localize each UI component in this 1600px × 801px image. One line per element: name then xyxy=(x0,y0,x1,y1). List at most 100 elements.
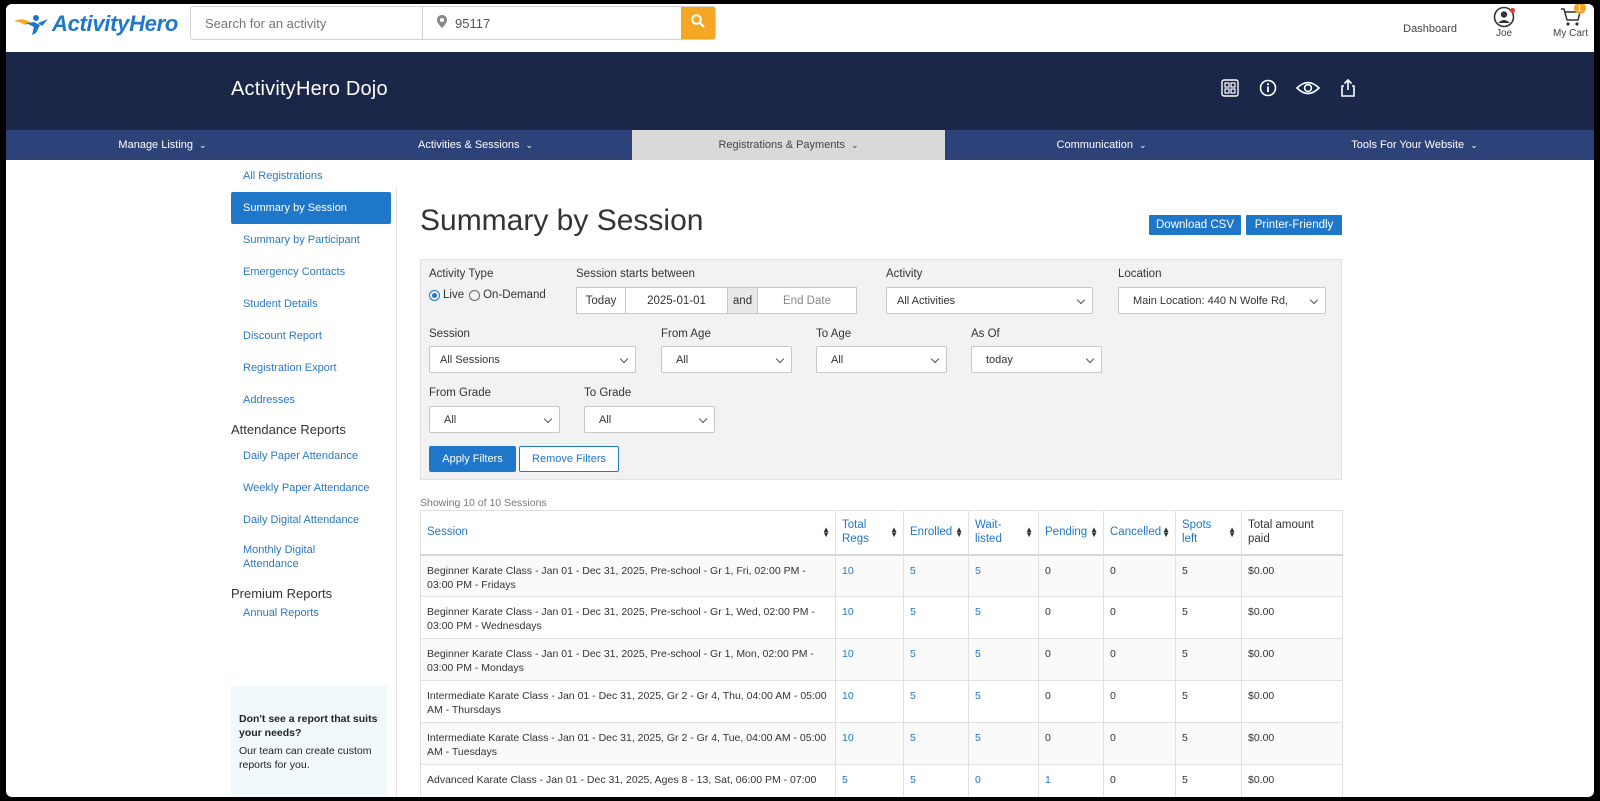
dashboard-link[interactable]: Dashboard xyxy=(1403,23,1457,35)
cart-menu[interactable]: 1 My Cart xyxy=(1553,4,1588,39)
as-of-select[interactable]: today xyxy=(971,346,1102,373)
session-select[interactable]: All Sessions xyxy=(429,346,636,373)
table-cell[interactable]: 5 xyxy=(903,722,969,765)
col-total-regs[interactable]: Total Regs ▲ ▼ xyxy=(835,510,904,556)
table-cell: 5 xyxy=(1175,596,1242,639)
col-spots-left[interactable]: Spots left ▲ ▼ xyxy=(1175,510,1242,556)
results-count: Showing 10 of 10 Sessions xyxy=(420,497,547,509)
col-session[interactable]: Session ▲ ▼ xyxy=(420,510,836,556)
col-enrolled[interactable]: Enrolled ▲ ▼ xyxy=(903,510,969,556)
col-wait-listed[interactable]: Wait-listed ▲ ▼ xyxy=(968,510,1039,556)
table-cell[interactable]: 10 xyxy=(835,638,904,681)
date-range-group: Today 2025-01-01 and End Date xyxy=(576,287,857,314)
table-cell[interactable]: 10 xyxy=(835,680,904,723)
table-cell[interactable]: 10 xyxy=(835,722,904,765)
sidebar-item-monthly-digital-attendance[interactable]: Monthly Digital Attendance xyxy=(231,536,331,572)
sidebar-item-summary-by-session[interactable]: Summary by Session xyxy=(231,192,391,224)
sidebar-divider xyxy=(396,186,397,797)
table-cell[interactable]: 5 xyxy=(903,638,969,681)
sidebar-item-student-details[interactable]: Student Details xyxy=(231,288,391,320)
table-cell[interactable]: 5 xyxy=(968,722,1039,765)
table-cell: 0 xyxy=(1038,722,1104,765)
sidebar-item-registration-export[interactable]: Registration Export xyxy=(231,352,391,384)
table-cell[interactable]: 5 xyxy=(968,554,1039,597)
sessions-table: Session ▲ ▼ Total Regs ▲ ▼ Enrolled ▲ ▼ Wait-l… xyxy=(420,510,1343,797)
search-button[interactable] xyxy=(681,7,715,39)
premium-reports-heading: Premium Reports xyxy=(231,586,333,601)
table-cell[interactable]: 5 xyxy=(968,638,1039,681)
nav-tools-website[interactable]: Tools For Your Website ⌄ xyxy=(1258,130,1571,160)
table-cell: 0 xyxy=(1038,596,1104,639)
help-text: Our team can create custom reports for y… xyxy=(239,745,372,771)
header-label: Cancelled xyxy=(1110,526,1162,539)
apply-filters-button[interactable]: Apply Filters xyxy=(429,446,516,472)
col-cancelled[interactable]: Cancelled ▲ ▼ xyxy=(1103,510,1176,556)
table-cell: 5 xyxy=(1175,680,1242,723)
on-demand-radio-label: On-Demand xyxy=(483,289,546,301)
sidebar-item-all-registrations[interactable]: All Registrations xyxy=(231,160,391,192)
session-name-cell: Beginner Karate Class - Jan 01 - Dec 31,… xyxy=(420,638,836,681)
activity-search-input[interactable] xyxy=(191,7,423,39)
nav-communication[interactable]: Communication ⌄ xyxy=(945,130,1258,160)
col-pending[interactable]: Pending ▲ ▼ xyxy=(1038,510,1104,556)
table-cell[interactable]: 5 xyxy=(903,554,969,597)
sidebar-item-daily-paper-attendance[interactable]: Daily Paper Attendance xyxy=(231,440,391,472)
table-cell[interactable]: 5 xyxy=(903,596,969,639)
logo-text: ActivityHero xyxy=(52,11,178,36)
start-date-input[interactable]: 2025-01-01 xyxy=(626,287,728,314)
session-starts-label: Session starts between xyxy=(576,268,695,280)
remove-filters-button[interactable]: Remove Filters xyxy=(519,446,619,472)
custom-report-help-box: Don't see a report that suits your needs… xyxy=(231,686,387,796)
location-select[interactable]: Main Location: 440 N Wolfe Rd, xyxy=(1118,287,1326,314)
activity-select[interactable]: All Activities xyxy=(886,287,1093,314)
page-title: Summary by Session xyxy=(420,204,704,237)
qr-code-icon[interactable] xyxy=(1220,78,1240,98)
sidebar-item-discount-report[interactable]: Discount Report xyxy=(231,320,391,352)
printer-friendly-button[interactable]: Printer-Friendly xyxy=(1246,215,1342,235)
table-cell[interactable]: 5 xyxy=(903,680,969,723)
sort-icon: ▲ ▼ xyxy=(890,525,898,539)
header-label: Total amount paid xyxy=(1248,519,1314,546)
table-cell[interactable]: 5 xyxy=(968,596,1039,639)
sidebar-item-summary-by-participant[interactable]: Summary by Participant xyxy=(231,224,391,256)
sidebar-item-daily-digital-attendance[interactable]: Daily Digital Attendance xyxy=(231,504,391,536)
chevron-down-icon xyxy=(543,414,553,424)
share-icon[interactable] xyxy=(1338,78,1358,98)
sidebar-item-annual-reports[interactable]: Annual Reports xyxy=(231,604,391,628)
logo[interactable]: ActivityHero xyxy=(12,10,178,38)
nav-activities-sessions[interactable]: Activities & Sessions ⌄ xyxy=(319,130,632,160)
table-cell[interactable]: 5 xyxy=(968,680,1039,723)
chevron-down-icon: ⌄ xyxy=(1138,139,1147,150)
live-radio[interactable] xyxy=(429,289,440,301)
sidebar-item-emergency-contacts[interactable]: Emergency Contacts xyxy=(231,256,391,288)
header-actions xyxy=(1220,78,1358,98)
table-cell[interactable]: 10 xyxy=(835,596,904,639)
zip-input[interactable] xyxy=(455,15,655,31)
table-cell[interactable]: 1 xyxy=(1038,764,1104,797)
help-title: Don't see a report that suits your needs… xyxy=(239,713,378,739)
download-csv-button[interactable]: Download CSV xyxy=(1149,215,1241,235)
sort-icon: ▲ ▼ xyxy=(822,525,830,539)
eye-icon[interactable] xyxy=(1296,78,1320,98)
from-grade-select[interactable]: All xyxy=(429,406,560,433)
table-cell[interactable]: 0 xyxy=(968,764,1039,797)
user-menu[interactable]: Joe xyxy=(1493,6,1515,39)
from-age-select[interactable]: All xyxy=(661,346,792,373)
sidebar-item-addresses[interactable]: Addresses xyxy=(231,384,391,416)
to-age-select[interactable]: All xyxy=(816,346,947,373)
sidebar-item-weekly-paper-attendance[interactable]: Weekly Paper Attendance xyxy=(231,472,391,504)
nav-manage-listing[interactable]: Manage Listing ⌄ xyxy=(6,130,319,160)
zip-field[interactable] xyxy=(423,7,681,39)
table-cell[interactable]: 5 xyxy=(903,764,969,797)
table-cell: $0.00 xyxy=(1241,764,1343,797)
end-date-input[interactable]: End Date xyxy=(758,287,857,314)
to-grade-select[interactable]: All xyxy=(584,406,715,433)
table-cell[interactable]: 10 xyxy=(835,554,904,597)
table-cell[interactable]: 5 xyxy=(835,764,904,797)
today-button[interactable]: Today xyxy=(576,287,626,314)
on-demand-radio[interactable] xyxy=(469,289,481,301)
table-cell: 0 xyxy=(1103,764,1176,797)
table-row: Beginner Karate Class - Jan 01 - Dec 31,… xyxy=(420,638,1343,681)
nav-registrations-payments[interactable]: Registrations & Payments ⌄ xyxy=(632,130,945,160)
info-icon[interactable] xyxy=(1258,78,1278,98)
